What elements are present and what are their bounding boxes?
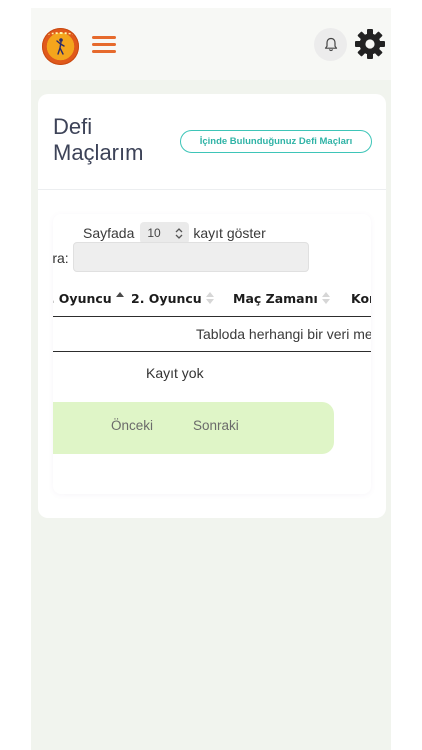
column-header-player-1[interactable]: 1. Oyuncu <box>53 291 125 306</box>
search-input[interactable] <box>73 242 309 272</box>
app-viewport: Defi Maçlarım İçinde Bulunduğunuz Defi M… <box>31 0 391 750</box>
sort-icon <box>321 292 331 304</box>
challenge-matches-card: Defi Maçlarım İçinde Bulunduğunuz Defi M… <box>38 94 386 518</box>
bell-icon <box>324 37 337 52</box>
sort-icon <box>205 292 215 304</box>
page-length-value: 10 <box>147 226 161 240</box>
table-header-row: 1. Oyuncu 2. Oyuncu Maç Zamanı Kort <box>53 284 371 317</box>
column-header-player-2[interactable]: 2. Oyuncu <box>131 291 215 306</box>
gear-icon[interactable] <box>354 28 386 60</box>
card-divider <box>38 189 386 190</box>
tennis-player-figure-icon <box>56 38 65 55</box>
datatable-wrapper: Sayfada 10 kayıt göster Ara: 1. Oyuncu 2… <box>53 214 371 494</box>
page-title: Defi Maçlarım <box>53 114 144 165</box>
chevron-up-down-icon <box>175 227 183 239</box>
pagination-bar: Önceki Sonraki <box>53 402 334 454</box>
notifications-button[interactable] <box>314 28 347 61</box>
length-prefix-label: Sayfada <box>83 225 135 241</box>
empty-table-message: Tabloda herhangi bir veri mevcut değil <box>196 326 371 342</box>
column-header-court[interactable]: Kort <box>351 291 371 306</box>
length-suffix-label: kayıt göster <box>193 225 266 241</box>
sort-ascending-icon <box>115 292 125 304</box>
hamburger-menu-icon[interactable] <box>92 33 116 55</box>
previous-page-button[interactable]: Önceki <box>111 418 153 433</box>
search-label: Ara: <box>53 250 69 266</box>
page-length-control: Sayfada 10 kayıt göster <box>83 222 266 244</box>
club-logo-icon[interactable] <box>42 28 79 65</box>
table-info: Kayıt yok <box>146 365 204 381</box>
page-length-select[interactable]: 10 <box>140 222 190 244</box>
top-strip <box>31 0 391 8</box>
top-header <box>31 8 391 80</box>
next-page-button[interactable]: Sonraki <box>193 418 239 433</box>
table-empty-row: Tabloda herhangi bir veri mevcut değil <box>53 318 371 352</box>
column-header-match-time[interactable]: Maç Zamanı <box>233 291 331 306</box>
current-challenges-filter-button[interactable]: İçinde Bulunduğunuz Defi Maçları <box>180 130 372 153</box>
